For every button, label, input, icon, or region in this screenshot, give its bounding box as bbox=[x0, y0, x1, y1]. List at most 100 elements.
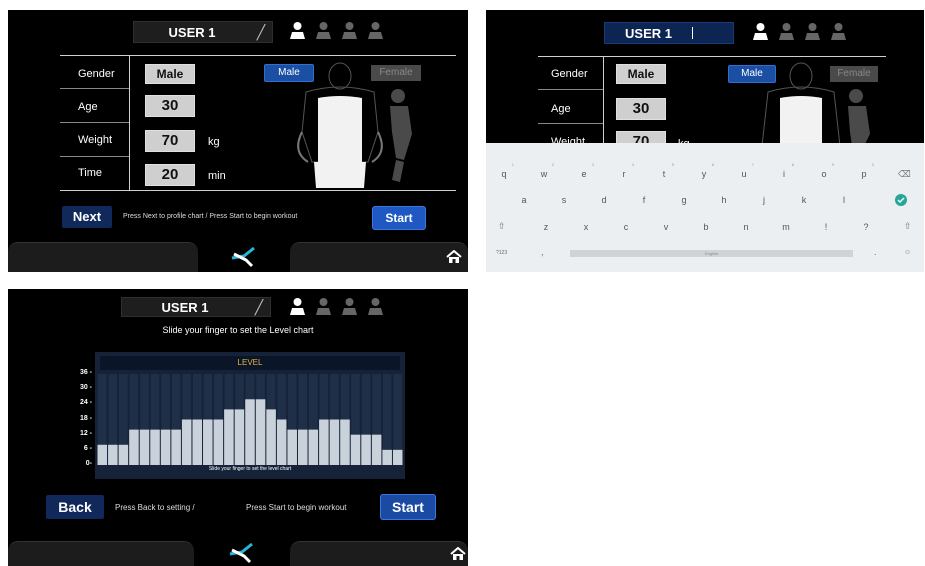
key-f[interactable]: f bbox=[636, 195, 652, 205]
level-bar[interactable] bbox=[319, 419, 329, 466]
key-e[interactable]: e3 bbox=[576, 162, 594, 179]
home-icon[interactable] bbox=[450, 547, 466, 561]
level-bar[interactable] bbox=[224, 409, 234, 465]
user-3-icon[interactable] bbox=[341, 297, 358, 317]
key-s[interactable]: s bbox=[556, 195, 572, 205]
level-bar[interactable] bbox=[266, 409, 276, 465]
level-bar[interactable] bbox=[139, 429, 150, 465]
key-l[interactable]: l bbox=[836, 195, 852, 205]
next-button[interactable]: Next bbox=[62, 206, 112, 228]
key-m[interactable]: m bbox=[778, 222, 794, 232]
level-bar[interactable] bbox=[171, 429, 181, 465]
key-r[interactable]: r4 bbox=[616, 162, 635, 179]
space-bar[interactable]: English bbox=[570, 250, 853, 257]
key-?[interactable]: ? bbox=[858, 222, 874, 232]
level-bar[interactable] bbox=[308, 429, 319, 465]
gender-value[interactable]: Male bbox=[616, 64, 666, 84]
edit-pencil-icon[interactable]: ╱ bbox=[248, 299, 270, 316]
key-y[interactable]: y6 bbox=[696, 162, 714, 179]
level-bar[interactable] bbox=[129, 429, 139, 465]
backspace-icon[interactable]: ⌫ bbox=[898, 169, 911, 180]
level-bar[interactable] bbox=[160, 429, 171, 465]
level-bar[interactable] bbox=[340, 419, 350, 466]
level-bar[interactable] bbox=[97, 444, 108, 465]
level-bar[interactable] bbox=[213, 419, 224, 466]
shift-right-icon[interactable]: ⇧ bbox=[904, 221, 912, 232]
level-bar[interactable] bbox=[287, 429, 297, 465]
level-chart[interactable]: LEVEL Slide your finger to set the level… bbox=[95, 352, 405, 479]
comma-key[interactable]: , bbox=[541, 247, 544, 257]
level-bar[interactable] bbox=[245, 399, 255, 465]
user-name-field[interactable]: USER 1 ╱ bbox=[121, 297, 271, 317]
user-2-icon[interactable] bbox=[778, 22, 795, 42]
level-bar[interactable] bbox=[329, 419, 340, 466]
level-bar[interactable] bbox=[108, 444, 118, 465]
key-x[interactable]: x bbox=[578, 222, 594, 232]
user-2-icon[interactable] bbox=[315, 21, 332, 41]
level-bar[interactable] bbox=[255, 399, 266, 465]
user-4-icon[interactable] bbox=[367, 297, 384, 317]
age-value[interactable]: 30 bbox=[145, 95, 195, 117]
user-1-icon[interactable] bbox=[289, 297, 306, 317]
level-bar[interactable] bbox=[276, 419, 287, 466]
key-z[interactable]: z bbox=[538, 222, 554, 232]
user-2-icon[interactable] bbox=[315, 297, 332, 317]
weight-value[interactable]: 70 bbox=[145, 130, 195, 152]
back-hint: Press Back to setting / bbox=[115, 503, 195, 512]
key-d[interactable]: d bbox=[596, 195, 612, 205]
key-![interactable]: ! bbox=[818, 222, 834, 232]
user-3-icon[interactable] bbox=[804, 22, 821, 42]
key-q[interactable]: q1 bbox=[496, 162, 514, 179]
key-w[interactable]: w2 bbox=[536, 162, 554, 179]
enter-check-icon[interactable] bbox=[895, 194, 907, 206]
user-name-field-editing[interactable]: USER 1 bbox=[604, 22, 734, 44]
level-bar[interactable] bbox=[118, 444, 129, 465]
key-v[interactable]: v bbox=[658, 222, 674, 232]
level-bar[interactable] bbox=[203, 419, 213, 466]
key-j[interactable]: j bbox=[756, 195, 772, 205]
symbols-key[interactable]: ?123 bbox=[496, 250, 507, 256]
level-bar[interactable] bbox=[234, 409, 245, 465]
period-key[interactable]: . bbox=[874, 247, 877, 257]
level-bar[interactable] bbox=[150, 429, 160, 465]
edit-pencil-icon[interactable]: ╱ bbox=[250, 24, 272, 41]
level-bar[interactable] bbox=[192, 419, 203, 466]
key-p[interactable]: p0 bbox=[856, 162, 874, 179]
key-t[interactable]: t5 bbox=[656, 162, 674, 179]
home-icon[interactable] bbox=[446, 250, 462, 264]
user-3-icon[interactable] bbox=[341, 21, 358, 41]
key-c[interactable]: c bbox=[618, 222, 634, 232]
level-bars[interactable] bbox=[95, 352, 405, 479]
brand-logo-icon bbox=[229, 542, 253, 564]
user-1-icon[interactable] bbox=[289, 21, 306, 41]
key-o[interactable]: o9 bbox=[816, 162, 834, 179]
key-n[interactable]: n bbox=[738, 222, 754, 232]
user-4-icon[interactable] bbox=[367, 21, 384, 41]
level-bar[interactable] bbox=[297, 429, 308, 465]
age-value[interactable]: 30 bbox=[616, 98, 666, 120]
age-label: Age bbox=[551, 103, 571, 115]
key-a[interactable]: a bbox=[516, 195, 532, 205]
level-bar[interactable] bbox=[371, 434, 382, 465]
gender-value[interactable]: Male bbox=[145, 64, 195, 84]
level-bar[interactable] bbox=[350, 434, 361, 465]
emoji-icon[interactable]: ☺ bbox=[904, 249, 911, 256]
shift-left-icon[interactable]: ⇧ bbox=[498, 221, 506, 232]
user-1-icon[interactable] bbox=[752, 22, 769, 42]
key-g[interactable]: g bbox=[676, 195, 692, 205]
user-name-field[interactable]: USER 1 ╱ bbox=[133, 21, 273, 43]
level-bar[interactable] bbox=[361, 434, 371, 465]
level-bar[interactable] bbox=[382, 449, 392, 465]
start-button[interactable]: Start bbox=[372, 206, 426, 230]
time-value[interactable]: 20 bbox=[145, 164, 195, 186]
start-button[interactable]: Start bbox=[380, 494, 436, 520]
back-button[interactable]: Back bbox=[46, 495, 104, 519]
level-bar[interactable] bbox=[181, 419, 192, 466]
key-b[interactable]: b bbox=[698, 222, 714, 232]
key-k[interactable]: k bbox=[796, 195, 812, 205]
level-bar[interactable] bbox=[392, 449, 403, 465]
key-i[interactable]: i8 bbox=[776, 162, 794, 179]
key-h[interactable]: h bbox=[716, 195, 732, 205]
user-4-icon[interactable] bbox=[830, 22, 847, 42]
key-u[interactable]: u7 bbox=[736, 162, 754, 179]
